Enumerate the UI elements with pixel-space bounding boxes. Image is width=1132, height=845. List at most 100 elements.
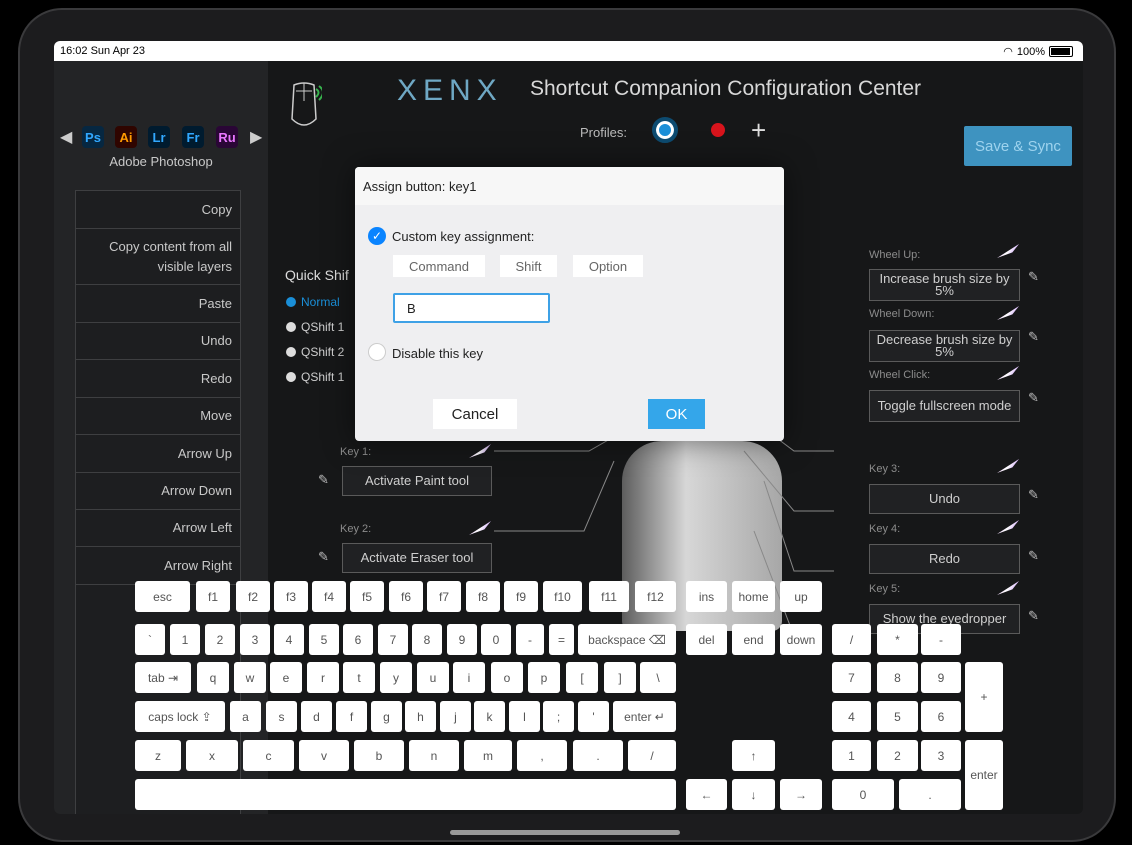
key2-assignment[interactable]: Activate Eraser tool	[342, 543, 492, 573]
cancel-button[interactable]: Cancel	[433, 399, 517, 429]
key-[interactable]: '	[578, 701, 609, 732]
key-a[interactable]: a	[230, 701, 261, 732]
key-y[interactable]: y	[380, 662, 412, 693]
ok-button[interactable]: OK	[648, 399, 705, 429]
key-num-3[interactable]: 3	[921, 740, 961, 771]
edit-pencil-icon[interactable]: ✎	[1028, 390, 1039, 406]
key-num-enter[interactable]: enter	[965, 740, 1003, 810]
key-num-plus[interactable]: +	[965, 662, 1003, 732]
key4-assignment[interactable]: Redo	[869, 544, 1020, 574]
key-p[interactable]: p	[528, 662, 560, 693]
key-q[interactable]: q	[197, 662, 229, 693]
key-[interactable]: ]	[604, 662, 636, 693]
key-9[interactable]: 9	[447, 624, 477, 655]
key-space[interactable]	[135, 779, 676, 810]
tab-photoshop[interactable]: Ps	[82, 126, 104, 148]
key-end[interactable]: end	[732, 624, 775, 655]
key-2[interactable]: 2	[205, 624, 235, 655]
add-profile-icon[interactable]: +	[751, 115, 766, 146]
key-f6[interactable]: f6	[389, 581, 423, 612]
key-n[interactable]: n	[409, 740, 459, 771]
key-[interactable]: ;	[543, 701, 574, 732]
next-app-icon[interactable]: ▶	[250, 127, 262, 147]
key-[interactable]: .	[573, 740, 623, 771]
key-e[interactable]: e	[270, 662, 302, 693]
key-tab[interactable]: tab ⇥	[135, 662, 191, 693]
edit-pencil-icon[interactable]: ✎	[1028, 608, 1039, 624]
disable-key-radio[interactable]	[368, 343, 386, 361]
key-num-8[interactable]: 8	[877, 662, 918, 693]
shortcut-item[interactable]: Paste	[75, 284, 241, 322]
key-f8[interactable]: f8	[466, 581, 500, 612]
key-del[interactable]: del	[686, 624, 727, 655]
key-f10[interactable]: f10	[543, 581, 582, 612]
key-[interactable]: =	[549, 624, 574, 655]
key-ins[interactable]: ins	[686, 581, 727, 612]
edit-pencil-icon[interactable]: ✎	[1028, 329, 1039, 345]
key-arrow-down[interactable]: ↓	[732, 779, 775, 810]
key-down[interactable]: down	[780, 624, 822, 655]
shortcut-item[interactable]: Arrow Left	[75, 509, 241, 546]
key-f11[interactable]: f11	[589, 581, 629, 612]
key-up[interactable]: up	[780, 581, 822, 612]
shortcut-item[interactable]: Undo	[75, 322, 241, 359]
wheel-click-assignment[interactable]: Toggle fullscreen mode	[869, 390, 1020, 422]
key-num-dot[interactable]: .	[899, 779, 961, 810]
key-num-0[interactable]: 0	[832, 779, 894, 810]
key-num[interactable]: -	[921, 624, 961, 655]
edit-pencil-icon[interactable]: ✎	[318, 549, 329, 565]
shortcut-item[interactable]: Move	[75, 397, 241, 434]
wheel-up-assignment[interactable]: Increase brush size by 5%	[869, 269, 1020, 301]
key-f1[interactable]: f1	[196, 581, 230, 612]
key3-assignment[interactable]: Undo	[869, 484, 1020, 514]
modifier-option-button[interactable]: Option	[573, 255, 643, 277]
key-arrow-right[interactable]: →	[780, 779, 822, 810]
tab-rush[interactable]: Ru	[216, 126, 238, 148]
key-f12[interactable]: f12	[635, 581, 676, 612]
key-z[interactable]: z	[135, 740, 181, 771]
key-num-7[interactable]: 7	[832, 662, 871, 693]
key-[interactable]: [	[566, 662, 598, 693]
tab-fresco[interactable]: Fr	[182, 126, 204, 148]
key-enter[interactable]: enter ↵	[613, 701, 676, 732]
key-num-9[interactable]: 9	[921, 662, 961, 693]
key-m[interactable]: m	[464, 740, 512, 771]
key-s[interactable]: s	[266, 701, 297, 732]
save-sync-button[interactable]: Save & Sync	[964, 126, 1072, 166]
edit-pencil-icon[interactable]: ✎	[1028, 548, 1039, 564]
key-0[interactable]: 0	[481, 624, 511, 655]
shortcut-item[interactable]: Arrow Down	[75, 472, 241, 509]
key-o[interactable]: o	[491, 662, 523, 693]
key-6[interactable]: 6	[343, 624, 373, 655]
key-5[interactable]: 5	[309, 624, 339, 655]
edit-pencil-icon[interactable]: ✎	[1028, 269, 1039, 285]
key-l[interactable]: l	[509, 701, 540, 732]
wheel-down-assignment[interactable]: Decrease brush size by 5%	[869, 330, 1020, 362]
key-7[interactable]: 7	[378, 624, 408, 655]
key-f3[interactable]: f3	[274, 581, 308, 612]
key-w[interactable]: w	[234, 662, 266, 693]
shortcut-item[interactable]: Redo	[75, 359, 241, 397]
key-home[interactable]: home	[732, 581, 775, 612]
key-r[interactable]: r	[307, 662, 339, 693]
key-num-2[interactable]: 2	[877, 740, 918, 771]
key-f5[interactable]: f5	[350, 581, 384, 612]
key-t[interactable]: t	[343, 662, 375, 693]
key-f4[interactable]: f4	[312, 581, 346, 612]
key-esc[interactable]: esc	[135, 581, 190, 612]
key-arrow-up[interactable]: ↑	[732, 740, 775, 771]
custom-assignment-checkbox[interactable]: ✓	[368, 227, 386, 245]
shortcut-item[interactable]: Arrow Up	[75, 434, 241, 472]
key-arrow-left[interactable]: ←	[686, 779, 727, 810]
key-num-4[interactable]: 4	[832, 701, 871, 732]
key-f2[interactable]: f2	[236, 581, 270, 612]
key-k[interactable]: k	[474, 701, 505, 732]
modifier-command-button[interactable]: Command	[393, 255, 485, 277]
key1-assignment[interactable]: Activate Paint tool	[342, 466, 492, 496]
key-[interactable]: \	[640, 662, 676, 693]
key-g[interactable]: g	[371, 701, 402, 732]
key-1[interactable]: 1	[170, 624, 200, 655]
key-u[interactable]: u	[417, 662, 449, 693]
edit-pencil-icon[interactable]: ✎	[1028, 487, 1039, 503]
tab-illustrator[interactable]: Ai	[115, 126, 137, 148]
